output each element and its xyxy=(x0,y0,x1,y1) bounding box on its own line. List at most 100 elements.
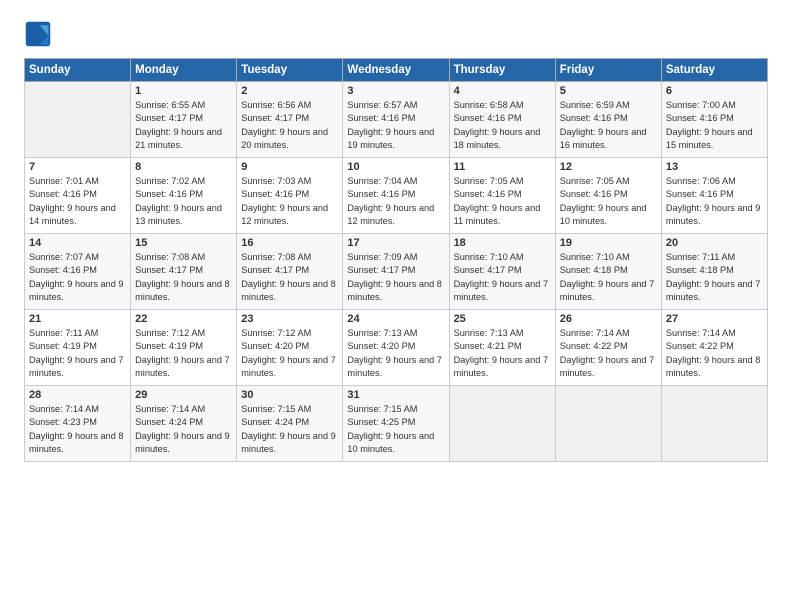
day-number: 17 xyxy=(347,237,444,249)
day-info: Sunrise: 7:14 AMSunset: 4:22 PMDaylight:… xyxy=(666,327,763,380)
calendar-cell xyxy=(555,386,661,462)
calendar-cell: 7 Sunrise: 7:01 AMSunset: 4:16 PMDaylight… xyxy=(25,158,131,234)
day-info: Sunrise: 7:14 AMSunset: 4:22 PMDaylight:… xyxy=(560,327,657,380)
day-number: 1 xyxy=(135,85,232,97)
calendar-cell: 8 Sunrise: 7:02 AMSunset: 4:16 PMDaylight… xyxy=(131,158,237,234)
day-number: 30 xyxy=(241,389,338,401)
logo-icon xyxy=(24,20,52,48)
calendar-cell: 14 Sunrise: 7:07 AMSunset: 4:16 PMDayligh… xyxy=(25,234,131,310)
calendar-cell: 11Sunrise: 7:05 AMSunset: 4:16 PMDayligh… xyxy=(449,158,555,234)
day-number: 20 xyxy=(666,237,763,249)
day-info: Sunrise: 7:08 AMSunset: 4:17 PMDaylight:… xyxy=(241,251,338,304)
calendar-cell: 19 Sunrise: 7:10 AMSunset: 4:18 PMDayligh… xyxy=(555,234,661,310)
calendar-cell: 23Sunrise: 7:12 AMSunset: 4:20 PMDayligh… xyxy=(237,310,343,386)
header-day: Friday xyxy=(555,59,661,82)
day-number: 13 xyxy=(666,161,763,173)
day-info: Sunrise: 7:00 AMSunset: 4:16 PMDaylight:… xyxy=(666,99,763,152)
day-number: 2 xyxy=(241,85,338,97)
calendar-cell: 13 Sunrise: 7:06 AMSunset: 4:16 PMDayligh… xyxy=(661,158,767,234)
calendar-cell: 5 Sunrise: 6:59 AMSunset: 4:16 PMDaylight… xyxy=(555,82,661,158)
day-info: Sunrise: 7:04 AMSunset: 4:16 PMDaylight:… xyxy=(347,175,444,228)
day-number: 27 xyxy=(666,313,763,325)
day-number: 8 xyxy=(135,161,232,173)
day-info: Sunrise: 6:56 AMSunset: 4:17 PMDaylight:… xyxy=(241,99,338,152)
day-number: 6 xyxy=(666,85,763,97)
day-info: Sunrise: 7:15 AMSunset: 4:25 PMDaylight:… xyxy=(347,403,444,456)
day-info: Sunrise: 7:03 AMSunset: 4:16 PMDaylight:… xyxy=(241,175,338,228)
header-day: Saturday xyxy=(661,59,767,82)
day-number: 25 xyxy=(454,313,551,325)
day-info: Sunrise: 7:07 AMSunset: 4:16 PMDaylight:… xyxy=(29,251,126,304)
day-number: 15 xyxy=(135,237,232,249)
calendar-cell: 24 Sunrise: 7:13 AMSunset: 4:20 PMDayligh… xyxy=(343,310,449,386)
day-number: 26 xyxy=(560,313,657,325)
day-info: Sunrise: 7:11 AMSunset: 4:18 PMDaylight:… xyxy=(666,251,763,304)
calendar-cell: 9 Sunrise: 7:03 AMSunset: 4:16 PMDaylight… xyxy=(237,158,343,234)
day-number: 10 xyxy=(347,161,444,173)
calendar-cell xyxy=(449,386,555,462)
calendar-cell: 4Sunrise: 6:58 AMSunset: 4:16 PMDaylight… xyxy=(449,82,555,158)
day-info: Sunrise: 7:13 AMSunset: 4:21 PMDaylight:… xyxy=(454,327,551,380)
day-number: 7 xyxy=(29,161,126,173)
day-info: Sunrise: 7:15 AMSunset: 4:24 PMDaylight:… xyxy=(241,403,338,456)
day-info: Sunrise: 7:02 AMSunset: 4:16 PMDaylight:… xyxy=(135,175,232,228)
day-info: Sunrise: 7:09 AMSunset: 4:17 PMDaylight:… xyxy=(347,251,444,304)
day-info: Sunrise: 7:05 AMSunset: 4:16 PMDaylight:… xyxy=(560,175,657,228)
day-number: 24 xyxy=(347,313,444,325)
day-number: 16 xyxy=(241,237,338,249)
logo xyxy=(24,20,56,48)
day-info: Sunrise: 7:13 AMSunset: 4:20 PMDaylight:… xyxy=(347,327,444,380)
calendar-week: 21 Sunrise: 7:11 AMSunset: 4:19 PMDayligh… xyxy=(25,310,768,386)
calendar-cell: 30 Sunrise: 7:15 AMSunset: 4:24 PMDayligh… xyxy=(237,386,343,462)
calendar-cell: 18 Sunrise: 7:10 AMSunset: 4:17 PMDayligh… xyxy=(449,234,555,310)
calendar-week: 7 Sunrise: 7:01 AMSunset: 4:16 PMDaylight… xyxy=(25,158,768,234)
day-number: 5 xyxy=(560,85,657,97)
day-number: 12 xyxy=(560,161,657,173)
page: SundayMondayTuesdayWednesdayThursdayFrid… xyxy=(0,0,792,612)
calendar-week: 1 Sunrise: 6:55 AMSunset: 4:17 PMDaylight… xyxy=(25,82,768,158)
day-number: 11 xyxy=(454,161,551,173)
day-info: Sunrise: 7:06 AMSunset: 4:16 PMDaylight:… xyxy=(666,175,763,228)
day-info: Sunrise: 7:12 AMSunset: 4:19 PMDaylight:… xyxy=(135,327,232,380)
calendar-cell: 2 Sunrise: 6:56 AMSunset: 4:17 PMDaylight… xyxy=(237,82,343,158)
calendar-cell: 3 Sunrise: 6:57 AMSunset: 4:16 PMDaylight… xyxy=(343,82,449,158)
calendar-cell: 6 Sunrise: 7:00 AMSunset: 4:16 PMDaylight… xyxy=(661,82,767,158)
day-info: Sunrise: 7:14 AMSunset: 4:24 PMDaylight:… xyxy=(135,403,232,456)
day-number: 9 xyxy=(241,161,338,173)
header-day: Tuesday xyxy=(237,59,343,82)
day-info: Sunrise: 6:57 AMSunset: 4:16 PMDaylight:… xyxy=(347,99,444,152)
day-number: 18 xyxy=(454,237,551,249)
calendar-cell: 26 Sunrise: 7:14 AMSunset: 4:22 PMDayligh… xyxy=(555,310,661,386)
day-number: 3 xyxy=(347,85,444,97)
day-number: 4 xyxy=(454,85,551,97)
calendar-cell: 1 Sunrise: 6:55 AMSunset: 4:17 PMDaylight… xyxy=(131,82,237,158)
day-info: Sunrise: 6:55 AMSunset: 4:17 PMDaylight:… xyxy=(135,99,232,152)
calendar-cell: 16 Sunrise: 7:08 AMSunset: 4:17 PMDayligh… xyxy=(237,234,343,310)
day-info: Sunrise: 7:08 AMSunset: 4:17 PMDaylight:… xyxy=(135,251,232,304)
calendar-cell: 20 Sunrise: 7:11 AMSunset: 4:18 PMDayligh… xyxy=(661,234,767,310)
day-number: 29 xyxy=(135,389,232,401)
day-info: Sunrise: 7:10 AMSunset: 4:17 PMDaylight:… xyxy=(454,251,551,304)
day-number: 23 xyxy=(241,313,338,325)
header-day: Wednesday xyxy=(343,59,449,82)
day-number: 14 xyxy=(29,237,126,249)
calendar-week: 14 Sunrise: 7:07 AMSunset: 4:16 PMDayligh… xyxy=(25,234,768,310)
day-info: Sunrise: 7:10 AMSunset: 4:18 PMDaylight:… xyxy=(560,251,657,304)
day-info: Sunrise: 7:01 AMSunset: 4:16 PMDaylight:… xyxy=(29,175,126,228)
header-day: Monday xyxy=(131,59,237,82)
day-info: Sunrise: 7:14 AMSunset: 4:23 PMDaylight:… xyxy=(29,403,126,456)
calendar-cell: 17 Sunrise: 7:09 AMSunset: 4:17 PMDayligh… xyxy=(343,234,449,310)
day-number: 21 xyxy=(29,313,126,325)
header-day: Sunday xyxy=(25,59,131,82)
calendar-cell: 28Sunrise: 7:14 AMSunset: 4:23 PMDayligh… xyxy=(25,386,131,462)
calendar-cell: 12 Sunrise: 7:05 AMSunset: 4:16 PMDayligh… xyxy=(555,158,661,234)
calendar-cell: 15 Sunrise: 7:08 AMSunset: 4:17 PMDayligh… xyxy=(131,234,237,310)
day-number: 19 xyxy=(560,237,657,249)
calendar-cell: 22Sunrise: 7:12 AMSunset: 4:19 PMDayligh… xyxy=(131,310,237,386)
day-info: Sunrise: 7:11 AMSunset: 4:19 PMDaylight:… xyxy=(29,327,126,380)
calendar-cell: 27 Sunrise: 7:14 AMSunset: 4:22 PMDayligh… xyxy=(661,310,767,386)
calendar-cell: 10 Sunrise: 7:04 AMSunset: 4:16 PMDayligh… xyxy=(343,158,449,234)
calendar-cell: 25 Sunrise: 7:13 AMSunset: 4:21 PMDayligh… xyxy=(449,310,555,386)
header-row: SundayMondayTuesdayWednesdayThursdayFrid… xyxy=(25,59,768,82)
day-info: Sunrise: 6:59 AMSunset: 4:16 PMDaylight:… xyxy=(560,99,657,152)
